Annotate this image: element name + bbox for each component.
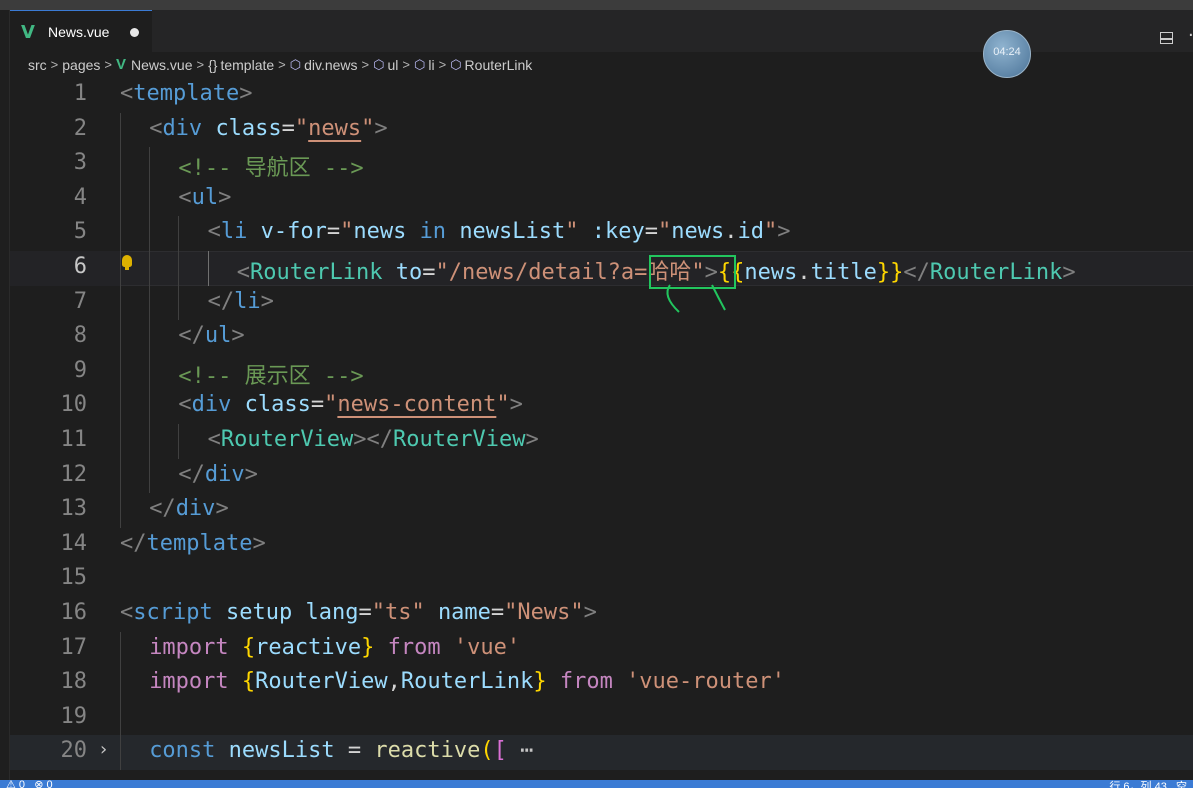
status-bar: ⚠ 0 ⊗ 0 行 6，列 43 空 bbox=[0, 780, 1193, 788]
problems-indicator[interactable]: ⚠ 0 ⊗ 0 bbox=[6, 780, 53, 788]
annotation-stroke-left bbox=[666, 284, 680, 313]
annotation-stroke-right bbox=[711, 284, 726, 311]
annotation-ink bbox=[666, 284, 726, 313]
cursor-position[interactable]: 行 6，列 43 空 bbox=[1109, 780, 1187, 788]
